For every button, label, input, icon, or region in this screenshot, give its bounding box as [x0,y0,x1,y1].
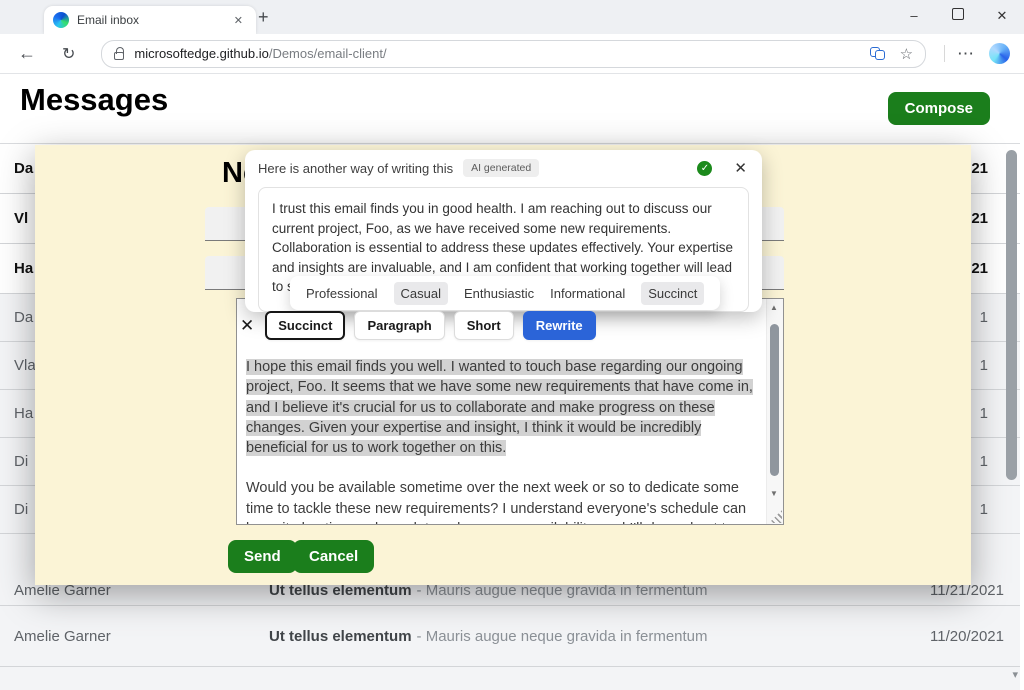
back-button[interactable]: ← [14,43,40,64]
send-button[interactable]: Send [228,540,297,573]
email-subject: Ut tellus elementum [269,628,412,645]
page-scrollbar[interactable] [1006,150,1017,480]
minimize-button[interactable]: – [892,0,936,34]
window-controls: – ✕ [892,0,1024,34]
cancel-button[interactable]: Cancel [293,540,374,573]
browser-window: Email inbox ✕ + – ✕ ← ↻ microsoftedge.gi… [0,0,1024,690]
tab-title: Email inbox [77,13,222,27]
new-tab-button[interactable]: + [252,5,275,30]
rewrite-button[interactable]: Rewrite [523,311,596,340]
email-date: 21 [971,260,988,277]
compose-button[interactable]: Compose [888,92,990,125]
close-window-button[interactable]: ✕ [980,0,1024,34]
url-host: microsoftedge.github.io [134,46,268,61]
rewrite-toolbar: ✕ Succinct Paragraph Short Rewrite [240,311,596,340]
maximize-button[interactable] [936,0,980,34]
email-date: 1 [980,405,988,422]
email-preview: - Mauris augue neque gravida in fermentu… [417,628,708,645]
scroll-thumb[interactable] [770,324,779,476]
email-date: 1 [980,453,988,470]
tone-option-informational[interactable]: Informational [550,286,625,301]
email-date: 1 [980,501,988,518]
paragraph-format-button[interactable]: Paragraph [354,311,444,340]
message-body-text: I hope this email finds you well. I want… [246,357,758,525]
browser-toolbar: ← ↻ microsoftedge.github.io/Demos/email-… [0,34,1024,74]
tone-option-professional[interactable]: Professional [306,286,378,301]
url-text: microsoftedge.github.io/Demos/email-clie… [134,46,386,61]
ai-generated-badge: AI generated [463,159,539,177]
dismiss-rewrite-icon[interactable]: ✕ [240,316,254,336]
tone-option-succinct[interactable]: Succinct [641,282,704,305]
succinct-style-button[interactable]: Succinct [265,311,345,340]
tone-option-casual[interactable]: Casual [394,282,448,305]
tab-close-icon[interactable]: ✕ [230,12,247,29]
settings-menu-button[interactable]: ⋯ [957,44,975,64]
refresh-button[interactable]: ↻ [58,44,79,64]
favorites-star-icon[interactable]: ☆ [900,45,913,63]
email-date: 1 [980,357,988,374]
split-screen-icon[interactable] [870,47,885,60]
browser-tab[interactable]: Email inbox ✕ [44,6,256,34]
selected-text: I hope this email finds you well. I want… [246,359,753,456]
scroll-up-icon[interactable]: ▲ [770,303,778,312]
email-date: 11/20/2021 [930,628,1004,645]
lock-icon [114,47,125,60]
textarea-scrollbar[interactable]: ▲ ▼ [766,299,783,524]
shield-check-icon[interactable]: ✓ [697,161,712,176]
email-date: 21 [971,160,988,177]
copilot-icon[interactable] [989,43,1010,64]
scroll-down-icon[interactable]: ▼ [770,489,778,498]
toolbar-divider [944,45,945,62]
tab-strip: Email inbox ✕ + – ✕ [0,0,1024,34]
page-title: Messages [20,82,168,118]
popup-title: Here is another way of writing this [258,161,453,176]
tone-menu: Professional Casual Enthusiastic Informa… [290,276,720,310]
sender-name: Amelie Garner [14,628,269,645]
email-date: 1 [980,309,988,326]
table-row[interactable]: Amelie Garner Ut tellus elementum - Mauri… [0,606,1020,667]
tone-option-enthusiastic[interactable]: Enthusiastic [464,286,534,301]
url-path: /Demos/email-client/ [269,46,387,61]
popup-close-icon[interactable]: ✕ [734,159,747,177]
short-length-button[interactable]: Short [454,311,514,340]
page-header: Messages Compose [0,74,1024,143]
maximize-icon [952,8,964,20]
table-row[interactable]: Javikutty Thankachan Augue ut lectus- Mi… [0,667,1020,690]
scrollbar-down-icon[interactable]: ▾ [1012,668,1018,681]
popup-header: Here is another way of writing this AI g… [245,150,762,181]
email-date: 21 [971,210,988,227]
edge-favicon-icon [53,12,69,28]
address-bar[interactable]: microsoftedge.github.io/Demos/email-clie… [101,40,926,68]
